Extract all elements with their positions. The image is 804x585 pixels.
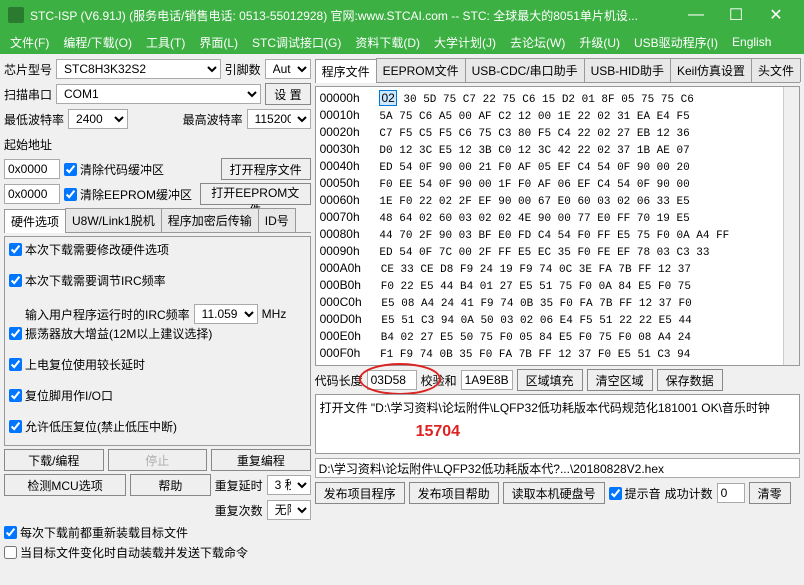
close-button[interactable]: ✕ — [756, 0, 796, 30]
hex-viewer[interactable]: 00000h 02 30 5D 75 C7 22 75 C6 15 D2 01 … — [315, 86, 800, 366]
code-len-value[interactable] — [367, 370, 417, 390]
menu-debug[interactable]: STC调试接口(G) — [246, 31, 347, 54]
success-count-label: 成功计数 — [665, 485, 713, 502]
annotation-text: 15704 — [416, 423, 461, 441]
start-addr-label: 起始地址 — [4, 136, 52, 153]
tab-program-file[interactable]: 程序文件 — [315, 59, 377, 83]
code-addr-input[interactable] — [4, 159, 60, 179]
port-select[interactable]: COM1 — [56, 84, 261, 104]
rep-count-select[interactable]: 无限 — [267, 500, 311, 520]
auto-reload-checkbox[interactable]: 每次下载前都重新装载目标文件 — [4, 524, 311, 541]
clear-eeprom-checkbox[interactable]: 清除EEPROM缓冲区 — [64, 186, 192, 203]
content: 芯片型号 STC8H3K32S2 引脚数 Auto 扫描串口 COM1 设 置 … — [0, 54, 804, 585]
clear-zero-button[interactable]: 清零 — [749, 482, 791, 504]
stop-button[interactable]: 停止 — [108, 449, 208, 471]
pins-select[interactable]: Auto — [265, 59, 311, 79]
opt-lvr[interactable]: 允许低压复位(禁止低压中断) — [9, 418, 306, 435]
eeprom-addr-input[interactable] — [4, 184, 60, 204]
chip-model-select[interactable]: STC8H3K32S2 — [56, 59, 221, 79]
log-text: 打开文件 "D:\学习资料\论坛附件\LQFP32低功耗版本代码规范化18100… — [320, 401, 770, 415]
right-tabs: 程序文件 EEPROM文件 USB-CDC/串口助手 USB-HID助手 Kei… — [315, 58, 800, 83]
code-len-label: 代码长度 — [315, 372, 363, 389]
detect-mcu-button[interactable]: 检测MCU选项 — [4, 474, 126, 496]
menu-file[interactable]: 文件(F) — [4, 31, 55, 54]
rep-delay-select[interactable]: 3 秒 — [267, 475, 311, 495]
minimize-button[interactable]: — — [676, 0, 716, 30]
tab-eeprom-file[interactable]: EEPROM文件 — [376, 58, 466, 82]
prompt-sound-checkbox[interactable]: 提示音 — [609, 485, 661, 502]
irc-unit: MHz — [262, 307, 287, 321]
tab-header[interactable]: 头文件 — [751, 58, 801, 82]
log-output: 打开文件 "D:\学习资料\论坛附件\LQFP32低功耗版本代码规范化18100… — [315, 394, 800, 454]
max-baud-select[interactable]: 115200 — [247, 109, 311, 129]
read-disk-button[interactable]: 读取本机硬盘号 — [503, 482, 605, 504]
save-data-button[interactable]: 保存数据 — [657, 369, 723, 391]
success-count-value[interactable] — [717, 483, 745, 503]
checksum-value[interactable] — [461, 370, 513, 390]
menu-upgrade[interactable]: 升级(U) — [573, 31, 626, 54]
rep-count-label: 重复次数 — [215, 502, 263, 519]
checksum-label: 校验和 — [421, 372, 457, 389]
menu-usb-driver[interactable]: USB驱动程序(I) — [628, 31, 724, 54]
clear-code-checkbox[interactable]: 清除代码缓冲区 — [64, 161, 164, 178]
tab-encrypt[interactable]: 程序加密后传输 — [161, 208, 259, 232]
tab-usb-hid[interactable]: USB-HID助手 — [584, 58, 671, 82]
open-code-file-button[interactable]: 打开程序文件 — [221, 158, 311, 180]
file-path-input[interactable] — [315, 458, 800, 478]
left-panel: 芯片型号 STC8H3K32S2 引脚数 Auto 扫描串口 COM1 设 置 … — [4, 58, 311, 581]
publish-project-button[interactable]: 发布项目程序 — [315, 482, 405, 504]
menu-english[interactable]: English — [726, 32, 777, 52]
window-title: STC-ISP (V6.91J) (服务电话/销售电话: 0513-550129… — [30, 7, 676, 24]
irc-freq-select[interactable]: 11.0592 — [194, 304, 258, 324]
scan-port-label: 扫描串口 — [4, 86, 52, 103]
fill-region-button[interactable]: 区域填充 — [517, 369, 583, 391]
opt-long-reset[interactable]: 上电复位使用较长延时 — [9, 356, 306, 373]
tab-hw-options[interactable]: 硬件选项 — [4, 209, 66, 233]
irc-freq-label: 输入用户程序运行时的IRC频率 — [25, 306, 190, 323]
tab-u8w[interactable]: U8W/Link1脱机 — [65, 208, 162, 232]
reprogram-button[interactable]: 重复编程 — [211, 449, 311, 471]
min-baud-select[interactable]: 2400 — [68, 109, 128, 129]
menu-forum[interactable]: 去论坛(W) — [504, 31, 571, 54]
help-button[interactable]: 帮助 — [130, 474, 210, 496]
window-controls: — ☐ ✕ — [676, 0, 796, 30]
auto-send-checkbox[interactable]: 当目标文件变化时自动装载并发送下载命令 — [4, 544, 311, 561]
open-eeprom-file-button[interactable]: 打开EEPROM文件 — [200, 183, 311, 205]
titlebar: STC-ISP (V6.91J) (服务电话/销售电话: 0513-550129… — [0, 0, 804, 30]
tab-id[interactable]: ID号 — [258, 208, 296, 232]
min-baud-label: 最低波特率 — [4, 111, 64, 128]
menubar: 文件(F) 编程/下载(O) 工具(T) 界面(L) STC调试接口(G) 资料… — [0, 30, 804, 54]
right-panel: 程序文件 EEPROM文件 USB-CDC/串口助手 USB-HID助手 Kei… — [315, 58, 800, 581]
tab-keil[interactable]: Keil仿真设置 — [670, 58, 752, 82]
max-baud-label: 最高波特率 — [183, 111, 243, 128]
menu-university[interactable]: 大学计划(J) — [428, 31, 502, 54]
menu-ui[interactable]: 界面(L) — [193, 31, 244, 54]
download-button[interactable]: 下载/编程 — [4, 449, 104, 471]
opt-reset-io[interactable]: 复位脚用作I/O口 — [9, 387, 306, 404]
rep-delay-label: 重复延时 — [215, 477, 263, 494]
setup-button[interactable]: 设 置 — [265, 83, 310, 105]
tab-usb-cdc[interactable]: USB-CDC/串口助手 — [465, 58, 585, 82]
maximize-button[interactable]: ☐ — [716, 0, 756, 30]
menu-docs[interactable]: 资料下载(D) — [349, 31, 426, 54]
publish-help-button[interactable]: 发布项目帮助 — [409, 482, 499, 504]
app-icon — [8, 7, 24, 23]
opt-adjust-irc[interactable]: 本次下载需要调节IRC频率 — [9, 272, 306, 289]
hw-options-panel: 本次下载需要修改硬件选项 本次下载需要调节IRC频率 输入用户程序运行时的IRC… — [4, 236, 311, 446]
menu-tools[interactable]: 工具(T) — [140, 31, 191, 54]
opt-osc-gain[interactable]: 振荡器放大增益(12M以上建议选择) — [9, 325, 306, 342]
opt-modify-hw[interactable]: 本次下载需要修改硬件选项 — [9, 241, 306, 258]
pins-label: 引脚数 — [225, 61, 261, 78]
chip-label: 芯片型号 — [4, 61, 52, 78]
clear-region-button[interactable]: 清空区域 — [587, 369, 653, 391]
menu-download[interactable]: 编程/下载(O) — [57, 31, 138, 54]
hw-tabs: 硬件选项 U8W/Link1脱机 程序加密后传输 ID号 — [4, 208, 311, 233]
